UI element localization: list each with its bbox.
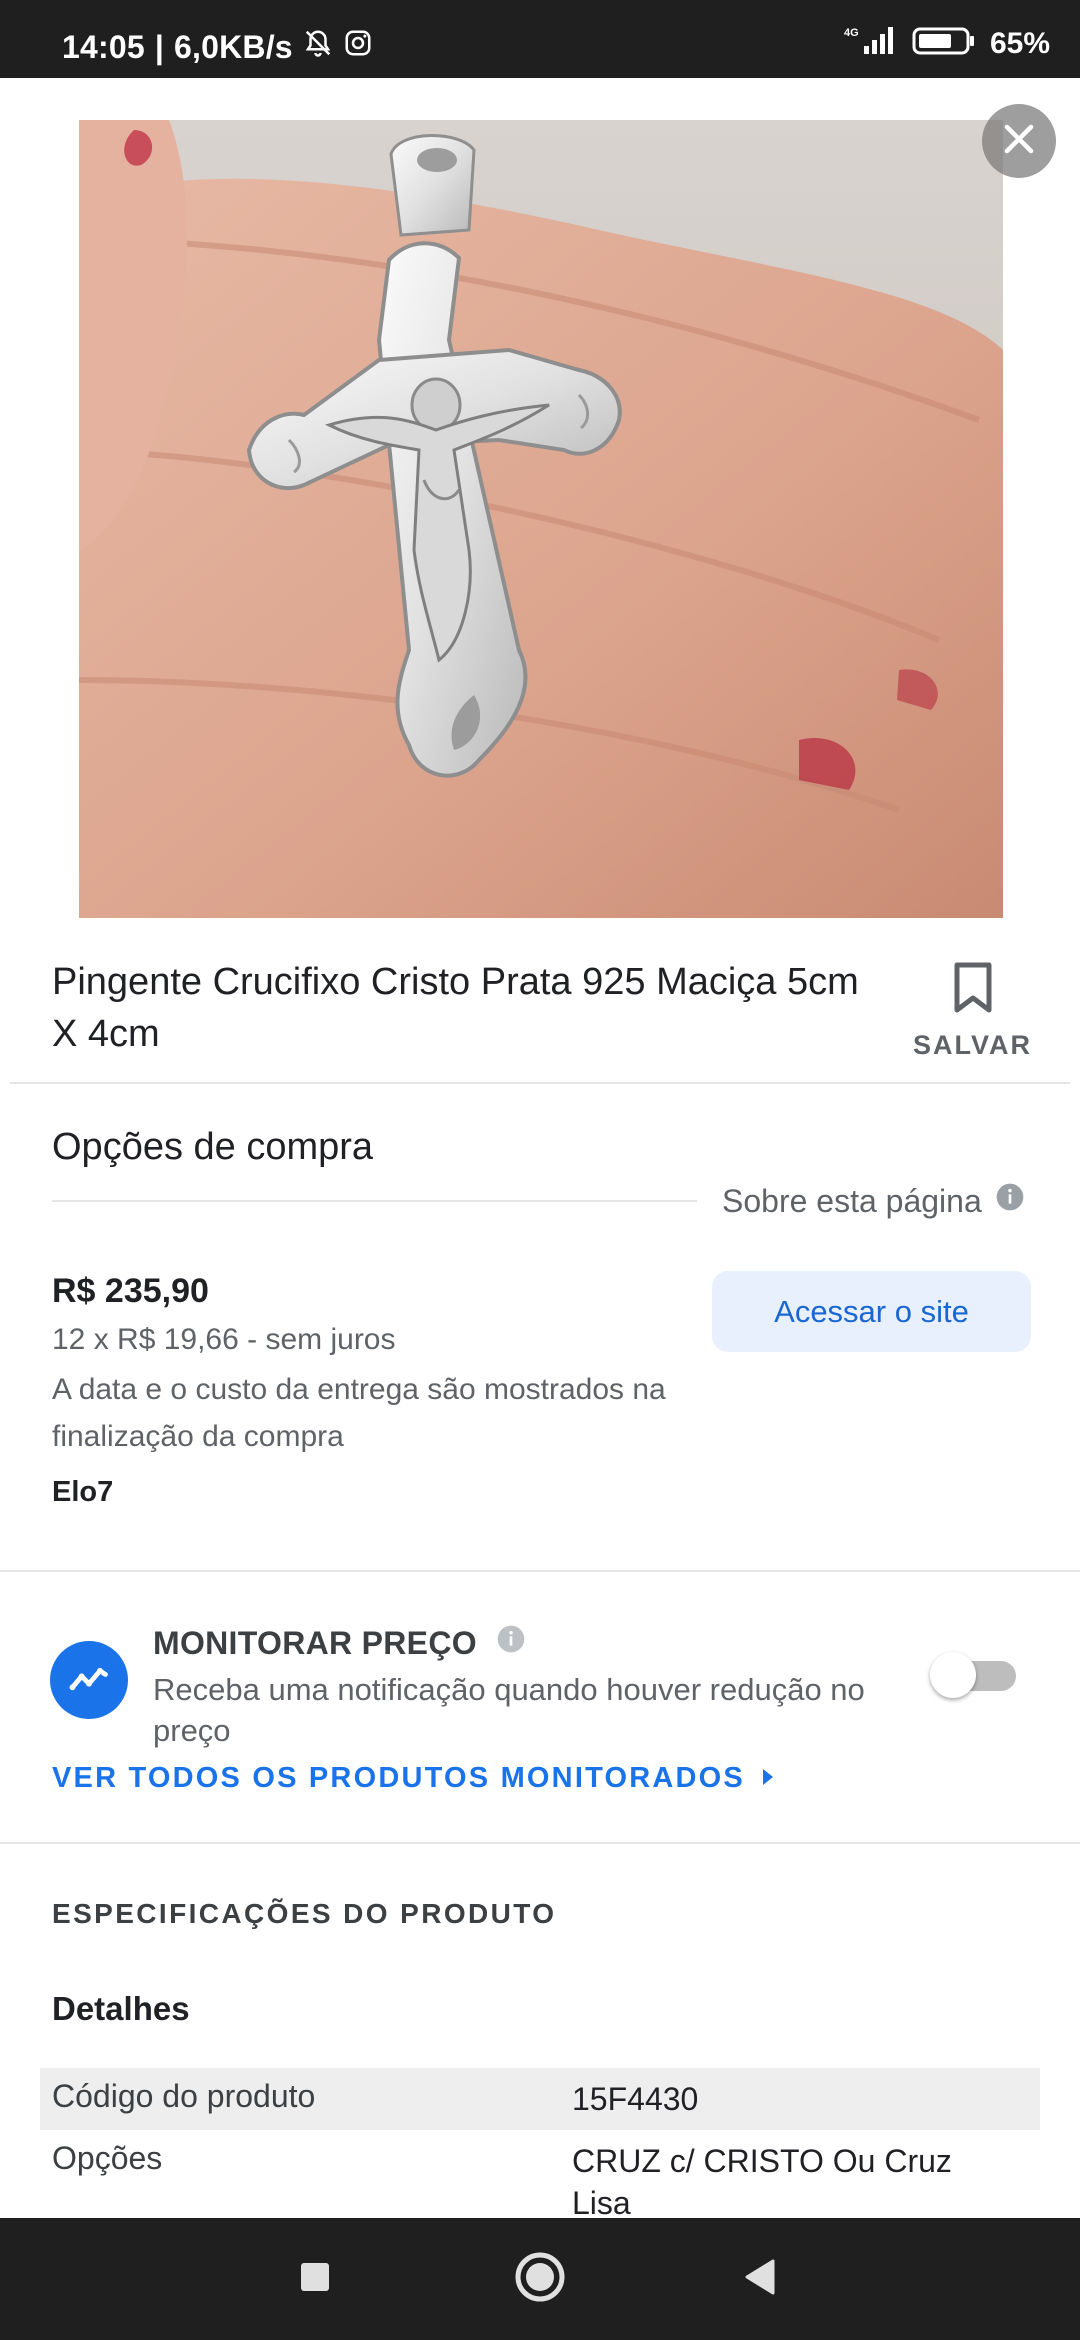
status-separator: | <box>154 28 164 65</box>
home-circle-icon <box>514 2251 566 2308</box>
bookmark-icon <box>953 962 993 1019</box>
spec-row: Código do produto 15F4430 <box>40 2068 1040 2130</box>
chevron-right-icon <box>761 1762 775 1795</box>
home-button[interactable] <box>500 2218 580 2340</box>
spec-value: 15F4430 <box>572 2081 699 2117</box>
bell-off-icon <box>303 28 333 66</box>
price-trend-icon <box>50 1641 128 1719</box>
spec-row: Opções CRUZ c/ CRISTO Ou Cruz Lisa <box>40 2140 1040 2221</box>
divider-title <box>10 1082 1070 1084</box>
see-all-monitored-link[interactable]: VER TODOS OS PRODUTOS MONITORADOS <box>52 1762 775 1795</box>
save-label: SALVAR <box>913 1030 1032 1060</box>
monitor-price-title: MONITORAR PREÇO <box>153 1623 527 1663</box>
status-time: 14:05 <box>62 28 145 65</box>
close-button[interactable] <box>982 104 1056 178</box>
spec-key: Código do produto <box>52 2078 316 2114</box>
status-speed: 6,0KB/s <box>174 28 293 65</box>
price: R$ 235,90 <box>52 1272 209 1310</box>
square-icon <box>299 2261 331 2298</box>
status-left: 14:05 | 6,0KB/s <box>62 28 373 66</box>
back-triangle-icon <box>743 2259 777 2300</box>
divider-monitor <box>0 1842 1080 1844</box>
divider-options <box>52 1200 697 1202</box>
signal-icon: 4G <box>842 24 898 64</box>
delivery-note: A data e o custo da entrega são mostrado… <box>52 1373 666 1453</box>
monitor-price-description: Receba uma notificação quando houver red… <box>153 1672 865 1748</box>
status-right: 4G 65% <box>842 24 1050 64</box>
info-icon <box>994 1181 1026 1221</box>
navigation-bar <box>0 2218 1080 2340</box>
back-button[interactable] <box>725 2218 795 2340</box>
monitor-price-label: MONITORAR PREÇO <box>153 1624 477 1661</box>
recents-button[interactable] <box>280 2218 350 2340</box>
svg-text:4G: 4G <box>844 27 859 39</box>
divider-purchase <box>0 1570 1080 1572</box>
close-icon <box>1001 121 1037 162</box>
product-image[interactable] <box>79 120 1003 918</box>
seller-name[interactable]: Elo7 <box>52 1476 113 1509</box>
instagram-icon <box>343 28 373 66</box>
monitor-info-icon[interactable] <box>495 1623 527 1663</box>
details-heading: Detalhes <box>52 1990 190 2027</box>
status-bar: 14:05 | 6,0KB/s 4G 65% <box>0 0 1080 78</box>
installments: 12 x R$ 19,66 - sem juros <box>52 1323 396 1356</box>
battery-percent: 65% <box>989 27 1050 60</box>
monitor-price-toggle[interactable] <box>930 1652 1022 1698</box>
battery-icon <box>912 24 976 64</box>
about-page-link[interactable]: Sobre esta página <box>722 1181 1026 1221</box>
product-photo <box>79 120 1003 918</box>
spec-key: Opções <box>52 2140 163 2176</box>
save-button[interactable]: SALVAR <box>905 960 1040 1070</box>
about-page-label: Sobre esta página <box>722 1182 982 1219</box>
specs-heading: ESPECIFICAÇÕES DO PRODUTO <box>52 1898 557 1929</box>
see-all-label: VER TODOS OS PRODUTOS MONITORADOS <box>52 1762 745 1794</box>
product-title: Pingente Crucifixo Cristo Prata 925 Maci… <box>52 961 859 1055</box>
spec-value: CRUZ c/ CRISTO Ou Cruz Lisa <box>572 2143 952 2221</box>
purchase-options-heading: Opções de compra <box>52 1126 374 1168</box>
visit-site-button[interactable]: Acessar o site <box>712 1271 1031 1352</box>
toggle-knob <box>930 1652 976 1698</box>
